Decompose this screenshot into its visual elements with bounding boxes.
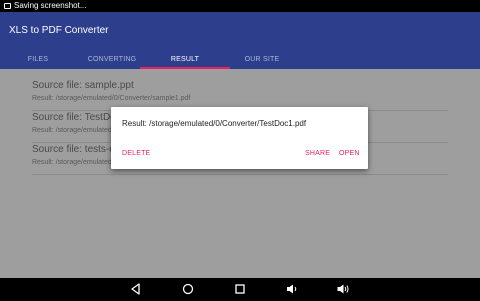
- status-notification: Saving screenshot...: [14, 1, 87, 10]
- navigation-bar: [0, 278, 480, 300]
- list-item[interactable]: Source file: sample.ppt Result: /storage…: [32, 80, 448, 102]
- result-dialog: Result: /storage/emulated/0/Converter/Te…: [111, 107, 368, 169]
- toolbar: XLS to PDF Converter: [0, 12, 480, 50]
- delete-button[interactable]: DELETE: [122, 150, 150, 157]
- results-list: Source file: sample.ppt Result: /storage…: [0, 69, 480, 278]
- status-bar: Saving screenshot...: [0, 0, 480, 12]
- tab-our-site[interactable]: OUR SITE: [217, 50, 307, 69]
- open-button[interactable]: OPEN: [339, 150, 360, 157]
- home-icon[interactable]: [181, 282, 195, 296]
- result-path: Result: /storage/emulated/0/Converter/sa…: [32, 95, 191, 102]
- app-title: XLS to PDF Converter: [9, 25, 109, 36]
- divider: [32, 174, 448, 175]
- back-icon[interactable]: [129, 282, 143, 296]
- source-file: Source file: sample.ppt: [32, 80, 134, 91]
- dialog-message: Result: /storage/emulated/0/Converter/Te…: [122, 119, 307, 128]
- tab-bar: FILES CONVERTING RESULT OUR SITE: [0, 50, 480, 69]
- recents-icon[interactable]: [233, 282, 247, 296]
- volume-down-icon[interactable]: [285, 282, 299, 296]
- share-button[interactable]: SHARE: [305, 150, 330, 157]
- screenshot-icon: [4, 3, 11, 9]
- volume-up-icon[interactable]: [336, 282, 350, 296]
